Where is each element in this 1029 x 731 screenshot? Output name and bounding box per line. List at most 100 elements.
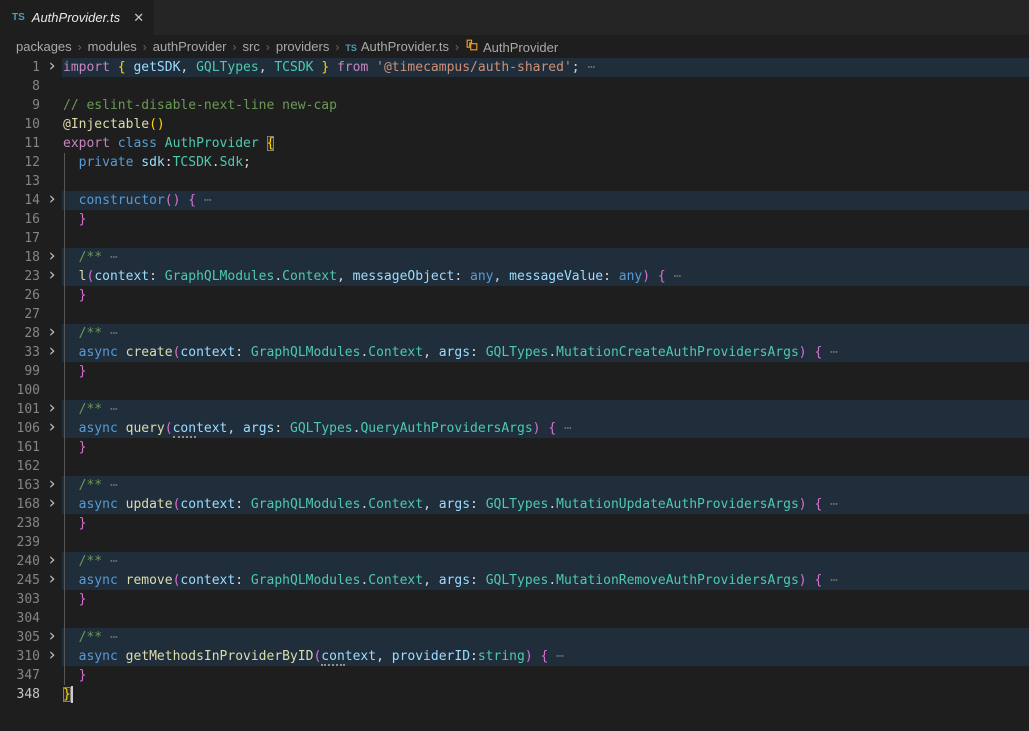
vscode-window: TS AuthProvider.ts ✕ packages›modules›au…: [0, 0, 1029, 731]
line-number[interactable]: 11: [0, 134, 40, 153]
code-text: /** ⋯: [63, 324, 118, 343]
line-number[interactable]: 16: [0, 210, 40, 229]
line-number[interactable]: 23: [0, 267, 40, 286]
code-text: }: [63, 514, 86, 533]
code-text: // eslint-disable-next-line new-cap: [63, 96, 337, 115]
line-number[interactable]: 100: [0, 381, 40, 400]
code-line-12: 12 private sdk:TCSDK.Sdk;: [0, 153, 1029, 172]
code-text: }: [63, 210, 86, 229]
line-number[interactable]: 310: [0, 647, 40, 666]
line-number[interactable]: 163: [0, 476, 40, 495]
fold-chevron-icon[interactable]: ›: [45, 627, 59, 646]
line-number[interactable]: 106: [0, 419, 40, 438]
breadcrumb-separator: ›: [73, 40, 87, 54]
code-text: async update(context: GraphQLModules.Con…: [63, 495, 838, 514]
code-text: async getMethodsInProviderByID(context, …: [63, 647, 564, 666]
code-text: }: [63, 286, 86, 305]
breadcrumb-item-providers[interactable]: providers: [275, 39, 330, 54]
fold-chevron-icon[interactable]: ›: [45, 646, 59, 665]
line-number[interactable]: 17: [0, 229, 40, 248]
code-line-14: 14 › constructor() { ⋯: [0, 191, 1029, 210]
close-tab-icon[interactable]: ✕: [133, 11, 144, 24]
line-number[interactable]: 348: [0, 685, 40, 704]
line-number[interactable]: 8: [0, 77, 40, 96]
line-number[interactable]: 14: [0, 191, 40, 210]
line-number[interactable]: 305: [0, 628, 40, 647]
code-text: /** ⋯: [63, 476, 118, 495]
code-line-23: 23› l(context: GraphQLModules.Context, m…: [0, 267, 1029, 286]
code-text: async remove(context: GraphQLModules.Con…: [63, 571, 838, 590]
line-number[interactable]: 303: [0, 590, 40, 609]
breadcrumb-file[interactable]: TSAuthProvider.ts: [344, 39, 450, 54]
fold-chevron-icon[interactable]: ›: [45, 266, 59, 285]
line-number[interactable]: 12: [0, 153, 40, 172]
fold-chevron-icon[interactable]: ›: [45, 570, 59, 589]
code-line-13: 13: [0, 172, 1029, 191]
line-number[interactable]: 101: [0, 400, 40, 419]
code-line-27: 27: [0, 305, 1029, 324]
code-text: /** ⋯: [63, 628, 118, 647]
line-number[interactable]: 33: [0, 343, 40, 362]
line-number[interactable]: 238: [0, 514, 40, 533]
line-number[interactable]: 26: [0, 286, 40, 305]
code-line-101: 101› /** ⋯: [0, 400, 1029, 419]
line-number[interactable]: 28: [0, 324, 40, 343]
code-line-310: 310 › async getMethodsInProviderByID(cont…: [0, 647, 1029, 666]
code-line-8: 8: [0, 77, 1029, 96]
code-editor[interactable]: 1›import { getSDK, GQLTypes, TCSDK } fro…: [0, 58, 1029, 704]
code-line-162: 162: [0, 457, 1029, 476]
fold-chevron-icon[interactable]: ›: [45, 399, 59, 418]
fold-chevron-icon[interactable]: ›: [45, 342, 59, 361]
line-number[interactable]: 13: [0, 172, 40, 191]
breadcrumb-item-authProvider[interactable]: authProvider: [152, 39, 228, 54]
code-text: }: [63, 685, 73, 704]
code-line-10: 10@Injectable(): [0, 115, 1029, 134]
code-line-28: 28 › /** ⋯: [0, 324, 1029, 343]
text-cursor: [71, 686, 73, 703]
breadcrumb: packages›modules›authProvider›src›provid…: [0, 35, 1029, 58]
fold-chevron-icon[interactable]: ›: [45, 551, 59, 570]
indent-guide: [64, 153, 65, 685]
line-number[interactable]: 9: [0, 96, 40, 115]
line-number[interactable]: 347: [0, 666, 40, 685]
fold-chevron-icon[interactable]: ›: [45, 190, 59, 209]
code-line-163: 163 › /** ⋯: [0, 476, 1029, 495]
code-text: constructor() { ⋯: [63, 191, 212, 210]
code-line-347: 347 }: [0, 666, 1029, 685]
line-number[interactable]: 18: [0, 248, 40, 267]
breadcrumb-symbol[interactable]: AuthProvider: [464, 38, 559, 55]
code-line-100: 100: [0, 381, 1029, 400]
line-number[interactable]: 240: [0, 552, 40, 571]
line-number[interactable]: 161: [0, 438, 40, 457]
breadcrumb-item-packages[interactable]: packages: [15, 39, 73, 54]
fold-chevron-icon[interactable]: ›: [45, 57, 59, 76]
fold-chevron-icon[interactable]: ›: [45, 323, 59, 342]
line-number[interactable]: 99: [0, 362, 40, 381]
code-text: }: [63, 666, 86, 685]
code-line-239: 239: [0, 533, 1029, 552]
breadcrumb-folders: packages›modules›authProvider›src›provid…: [15, 39, 344, 54]
tab-bar: TS AuthProvider.ts ✕: [0, 0, 1029, 35]
code-text: }: [63, 362, 86, 381]
tab-authprovider[interactable]: TS AuthProvider.ts ✕: [0, 0, 154, 35]
code-text: private sdk:TCSDK.Sdk;: [63, 153, 251, 172]
line-number[interactable]: 168: [0, 495, 40, 514]
line-number[interactable]: 162: [0, 457, 40, 476]
fold-chevron-icon[interactable]: ›: [45, 418, 59, 437]
breadcrumb-item-src[interactable]: src: [242, 39, 261, 54]
code-text: }: [63, 438, 86, 457]
breadcrumb-item-modules[interactable]: modules: [87, 39, 138, 54]
line-number[interactable]: 10: [0, 115, 40, 134]
code-line-99: 99 }: [0, 362, 1029, 381]
typescript-file-icon: TS: [12, 12, 25, 23]
fold-chevron-icon[interactable]: ›: [45, 494, 59, 513]
fold-chevron-icon[interactable]: ›: [45, 247, 59, 266]
fold-chevron-icon[interactable]: ›: [45, 475, 59, 494]
line-number[interactable]: 27: [0, 305, 40, 324]
breadcrumb-separator: ›: [138, 40, 152, 54]
code-line-26: 26 }: [0, 286, 1029, 305]
line-number[interactable]: 239: [0, 533, 40, 552]
line-number[interactable]: 245: [0, 571, 40, 590]
line-number[interactable]: 1: [0, 58, 40, 77]
line-number[interactable]: 304: [0, 609, 40, 628]
